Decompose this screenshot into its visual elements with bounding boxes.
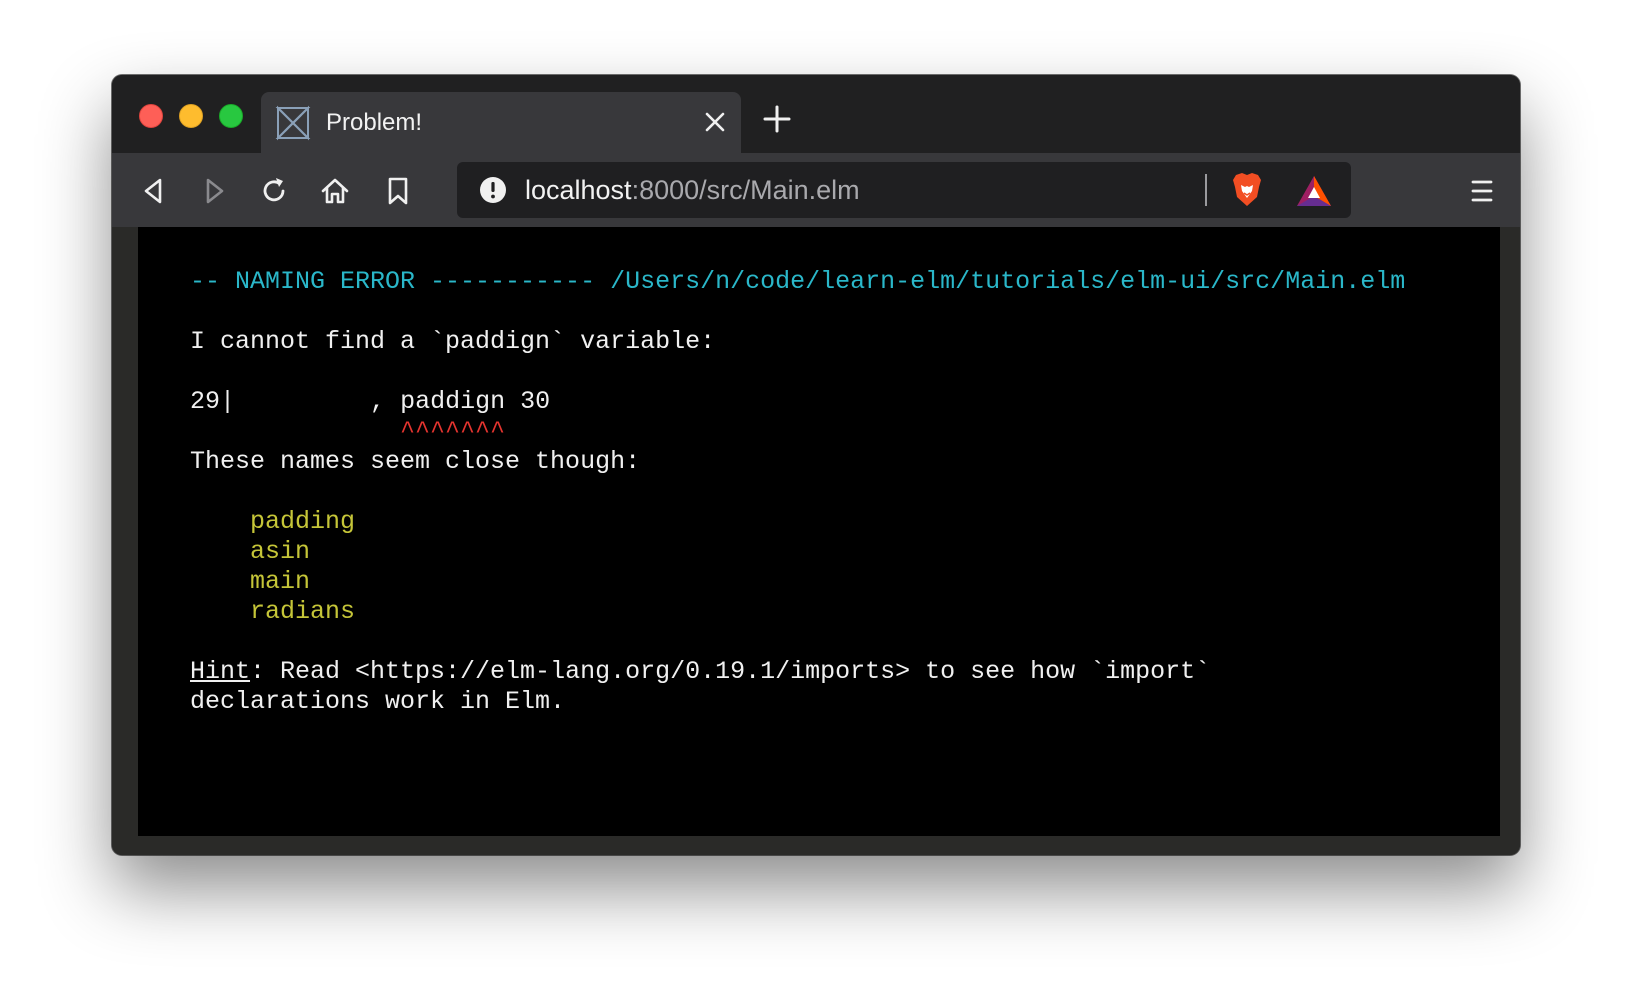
url-path: :8000/src/Main.elm: [631, 175, 860, 205]
menu-icon[interactable]: [1467, 175, 1497, 207]
suggestions-intro: These names seem close though:: [190, 447, 641, 476]
page-viewport: -- NAMING ERROR ----------- /Users/n/cod…: [112, 227, 1520, 855]
url-host: localhost: [525, 175, 632, 205]
suggestion-item: padding: [250, 507, 356, 536]
close-tab-icon[interactable]: [703, 110, 727, 134]
code-remainder: 30: [505, 387, 551, 416]
code-error-token: paddign: [400, 387, 506, 416]
tab-problem[interactable]: Problem!: [261, 92, 741, 153]
hint-text: : Read <https://elm-lang.org/0.19.1/impo…: [250, 657, 1211, 686]
title-bar: Problem!: [112, 75, 1520, 153]
code-gutter: |: [220, 387, 236, 416]
navigation-toolbar: localhost:8000/src/Main.elm: [112, 153, 1520, 227]
error-message: I cannot find a `paddign` variable:: [190, 327, 716, 356]
home-icon[interactable]: [319, 175, 351, 207]
error-carets: ^^^^^^^: [400, 417, 506, 446]
address-bar[interactable]: localhost:8000/src/Main.elm: [457, 162, 1351, 218]
reload-icon[interactable]: [258, 175, 290, 207]
brave-rewards-icon[interactable]: [1295, 174, 1333, 208]
bookmark-icon[interactable]: [382, 175, 414, 207]
code-line-number: 29: [190, 387, 221, 416]
info-icon[interactable]: [479, 176, 507, 204]
tab-title: Problem!: [326, 109, 423, 136]
suggestion-item: asin: [250, 537, 311, 566]
forward-icon[interactable]: [198, 175, 230, 207]
code-indent: ,: [235, 387, 401, 416]
close-window-button[interactable]: [139, 104, 163, 128]
maximize-window-button[interactable]: [219, 104, 243, 128]
browser-window: Problem! localhost:8000/src/Main.elm -- …: [112, 75, 1520, 855]
code-snippet-line: 29| , paddign 30: [190, 387, 1405, 417]
error-file-path: /Users/n/code/learn-elm/tutorials/elm-ui…: [610, 267, 1406, 296]
caret-indent: [190, 417, 400, 446]
hint-line: Hint: Read <https://elm-lang.org/0.19.1/…: [190, 657, 1405, 687]
url-text[interactable]: localhost:8000/src/Main.elm: [525, 175, 860, 205]
suggestion-item: radians: [250, 597, 356, 626]
hint-text-continued: declarations work in Elm.: [190, 687, 566, 716]
elm-logo-icon: [275, 105, 311, 141]
minimize-window-button[interactable]: [179, 104, 203, 128]
back-icon[interactable]: [138, 175, 170, 207]
error-header-title: -- NAMING ERROR -----------: [190, 267, 611, 296]
address-bar-divider: [1205, 174, 1207, 206]
hint-label: Hint: [190, 657, 251, 686]
error-page: -- NAMING ERROR ----------- /Users/n/cod…: [138, 227, 1500, 836]
new-tab-icon[interactable]: [763, 105, 791, 133]
suggestion-item: main: [250, 567, 311, 596]
compiler-error: -- NAMING ERROR ----------- /Users/n/cod…: [190, 267, 1405, 717]
brave-shields-icon[interactable]: [1230, 172, 1264, 208]
